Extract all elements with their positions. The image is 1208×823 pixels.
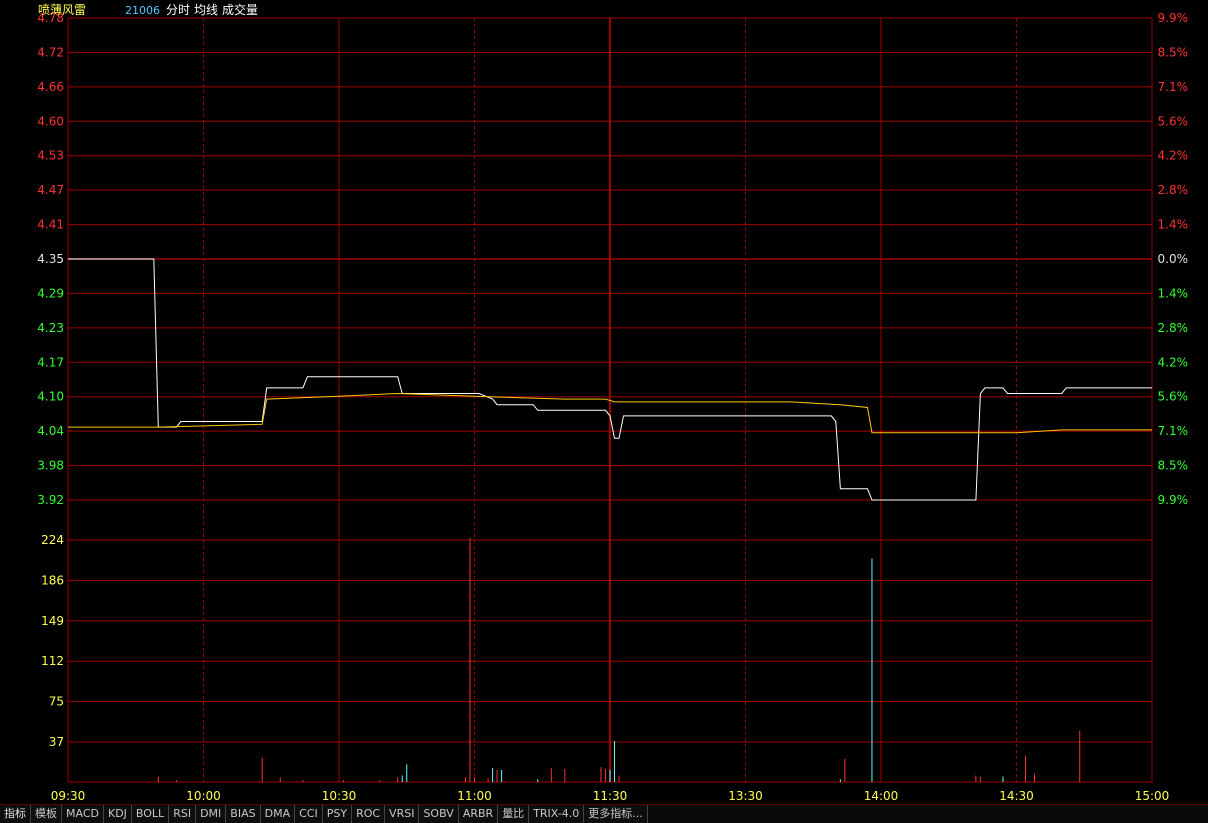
percent-tick-label: 9.9%: [1158, 493, 1189, 507]
price-tick-label: 4.53: [37, 149, 64, 163]
percent-tick-label: 8.5%: [1158, 459, 1189, 473]
price-tick-label: 4.60: [37, 114, 64, 128]
stock-name: 喷薄风雷: [38, 2, 86, 17]
price-tick-label: 3.98: [37, 459, 64, 473]
stock-code: 21006: [125, 4, 160, 17]
indicator-tab[interactable]: PSY: [322, 805, 353, 823]
percent-tick-label: 2.8%: [1158, 321, 1189, 335]
percent-tick-label: 1.4%: [1158, 218, 1189, 232]
price-tick-label: 4.29: [37, 286, 64, 300]
price-tick-label: 4.23: [37, 321, 64, 335]
indicator-tab[interactable]: ARBR: [458, 805, 499, 823]
indicator-tab[interactable]: DMA: [260, 805, 296, 823]
avg-line-label: 均线: [194, 3, 218, 17]
price-tick-label: 4.66: [37, 80, 64, 94]
price-tick-label: 4.17: [37, 355, 64, 369]
time-tick-label: 13:30: [728, 789, 763, 803]
percent-tick-label: 7.1%: [1158, 80, 1189, 94]
indicator-tab[interactable]: BIAS: [226, 805, 261, 823]
time-tick-label: 10:00: [186, 789, 221, 803]
indicator-tab[interactable]: MACD: [62, 805, 104, 823]
volume-tick-label: 75: [49, 695, 64, 709]
volume-tick-label: 37: [49, 735, 64, 749]
price-tick-label: 4.35: [37, 252, 64, 266]
indicator-tab[interactable]: 指标: [0, 805, 31, 823]
time-tick-label: 14:00: [864, 789, 899, 803]
indicator-tab[interactable]: SOBV: [419, 805, 459, 823]
percent-tick-label: 9.9%: [1158, 11, 1189, 25]
percent-tick-label: 5.6%: [1158, 390, 1189, 404]
percent-tick-label: 2.8%: [1158, 183, 1189, 197]
percent-tick-label: 8.5%: [1158, 45, 1189, 59]
percent-axis-right: 9.9% 8.5% 7.1% 5.6% 4.2% 2.8% 1.4% 0.0% 1.4% 2.8%…: [1158, 11, 1189, 507]
time-tick-label: 09:30: [51, 789, 86, 803]
percent-tick-label: 4.2%: [1158, 149, 1189, 163]
volume-bars: [157, 538, 1081, 782]
price-tick-label: 4.47: [37, 183, 64, 197]
price-tick-label: 4.72: [37, 45, 64, 59]
price-tick-label: 4.41: [37, 218, 64, 232]
time-tick-label: 10:30: [322, 789, 357, 803]
percent-tick-label: 1.4%: [1158, 286, 1189, 300]
indicator-tab[interactable]: 量比: [498, 805, 530, 823]
volume-label: 成交量: [222, 2, 258, 17]
price-tick-label: 4.04: [37, 424, 64, 438]
indicator-tab[interactable]: KDJ: [103, 805, 132, 823]
price-axis-left: 4.784.724.664.604.534.474.414.354.294.23…: [37, 11, 64, 507]
mode-label: 分时: [166, 3, 190, 17]
volume-tick-label: 112: [41, 654, 64, 668]
percent-tick-label: 4.2%: [1158, 355, 1189, 369]
price-tick-label: 4.10: [37, 390, 64, 404]
indicator-tab[interactable]: DMI: [196, 805, 227, 823]
percent-tick-label: 0.0%: [1158, 252, 1189, 266]
time-tick-label: 14:30: [999, 789, 1034, 803]
intraday-chart[interactable]: 4.784.724.664.604.534.474.414.354.294.23…: [0, 0, 1208, 822]
percent-tick-label: 5.6%: [1158, 114, 1189, 128]
volume-tick-label: 186: [41, 573, 64, 587]
indicator-tab-bar: 指标 模板 MACD KDJ BOLL RSI DMI BIAS DMA CCI PSY ROC VRS…: [0, 804, 1208, 823]
volume-tick-label: 149: [41, 614, 64, 628]
indicator-tab[interactable]: TRIX-4.0: [529, 805, 585, 823]
time-tick-label: 11:30: [593, 789, 628, 803]
volume-tick-label: 224: [41, 533, 64, 547]
indicator-tab[interactable]: RSI: [169, 805, 197, 823]
time-tick-label: 11:00: [457, 789, 492, 803]
indicator-tab[interactable]: BOLL: [131, 805, 170, 823]
indicator-tab[interactable]: VRSI: [385, 805, 420, 823]
percent-tick-label: 7.1%: [1158, 424, 1189, 438]
indicator-tab[interactable]: CCI: [295, 805, 323, 823]
time-tick-label: 15:00: [1135, 789, 1170, 803]
indicator-tab[interactable]: 模板: [31, 805, 62, 823]
time-axis: 09:30 10:00 10:30 11:00 11:30 13:30 14:00 14:30…: [51, 789, 1170, 803]
volume-axis: 224 186 149 112 75 37: [41, 533, 64, 749]
chart-header: 喷薄风雷 21006 分时 均线 成交量: [38, 2, 258, 17]
price-tick-label: 3.92: [37, 493, 64, 507]
indicator-tab[interactable]: 更多指标...: [584, 805, 648, 823]
indicator-tab[interactable]: ROC: [352, 805, 386, 823]
